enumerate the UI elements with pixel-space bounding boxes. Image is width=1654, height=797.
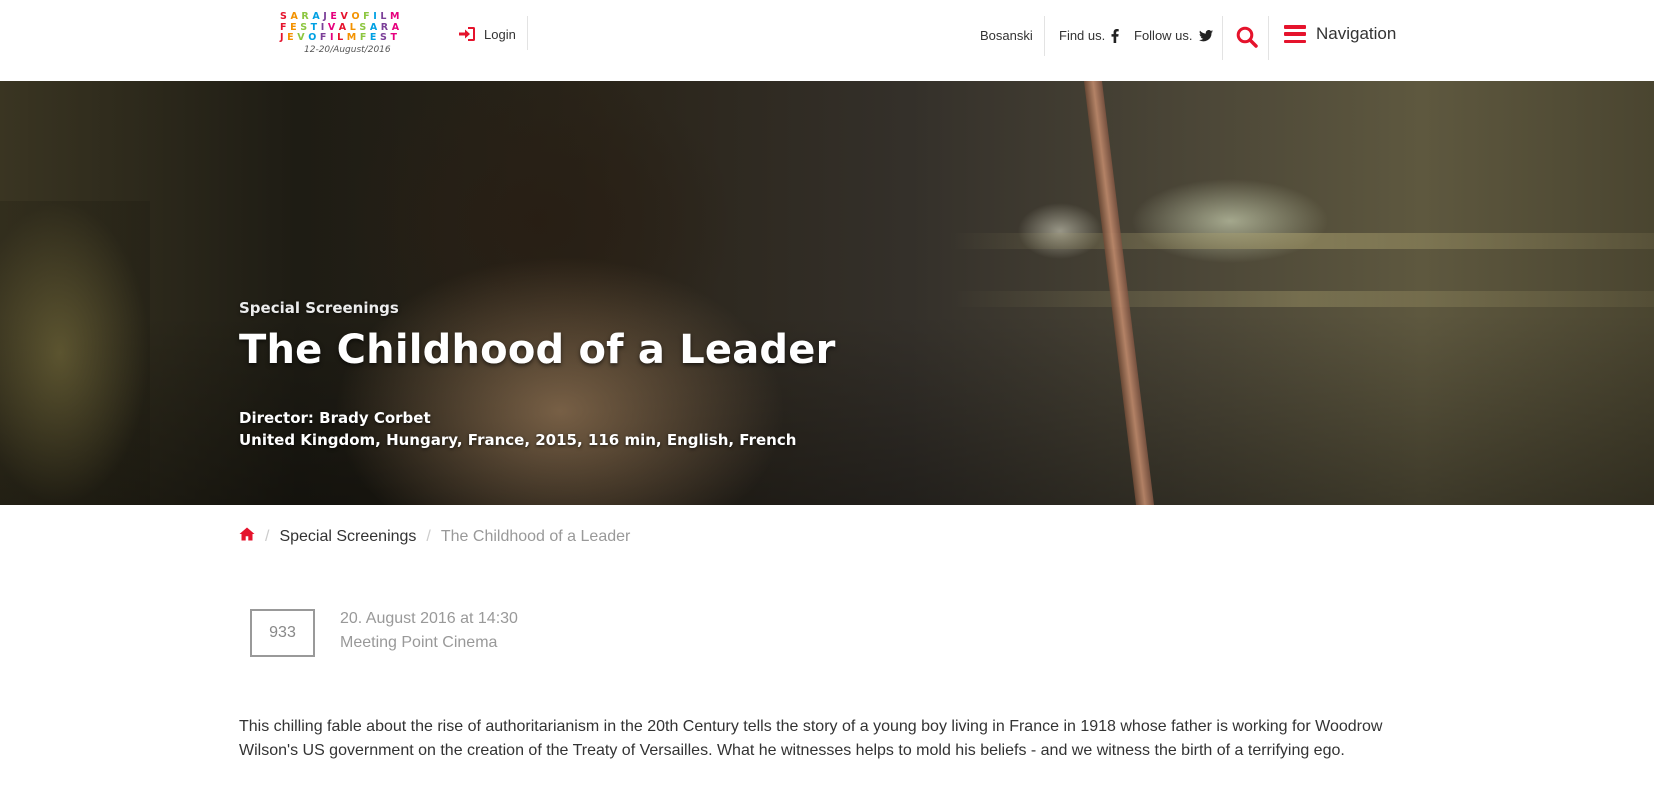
logo-letter: V	[297, 32, 305, 43]
hero-image-detail	[950, 291, 1654, 307]
screening-venue[interactable]: Meeting Point Cinema	[340, 634, 497, 652]
logo-letter: I	[329, 32, 334, 43]
breadcrumb-separator: /	[426, 527, 431, 545]
logo-letter: S	[380, 32, 387, 43]
logo-letter: E	[369, 32, 377, 43]
header-divider	[1268, 16, 1269, 60]
logo-letter: M	[346, 32, 357, 43]
header-divider	[1044, 16, 1045, 56]
sign-in-icon	[459, 27, 475, 41]
logo-letter: J	[280, 32, 284, 43]
logo-letter: T	[390, 32, 397, 43]
navigation-button[interactable]: Navigation	[1284, 24, 1396, 44]
film-details: United Kingdom, Hungary, France, 2015, 1…	[239, 431, 797, 449]
breadcrumb-home[interactable]	[239, 527, 255, 546]
home-icon	[239, 527, 255, 541]
login-label: Login	[484, 26, 516, 42]
logo-letter: A	[312, 11, 320, 22]
logo-letter: J	[323, 11, 327, 22]
logo-line: JEVOFILMFEST	[280, 32, 420, 44]
find-us-link[interactable]: Find us.	[1059, 28, 1119, 43]
logo-date: 12-20/August/2016	[304, 44, 391, 55]
logo-letter: F	[359, 32, 367, 43]
film-director: Director: Brady Corbet	[239, 409, 431, 427]
logo-letter: E	[287, 32, 294, 43]
hero-banner: Special Screenings The Childhood of a Le…	[0, 81, 1654, 505]
hero-category: Special Screenings	[239, 299, 399, 317]
logo-letter: A	[290, 11, 298, 22]
page-title: The Childhood of a Leader	[239, 327, 836, 373]
logo-letter: F	[363, 11, 370, 22]
hamburger-menu-icon	[1284, 25, 1306, 43]
breadcrumb: / Special Screenings / The Childhood of …	[239, 527, 630, 546]
breadcrumb-item-special-screenings[interactable]: Special Screenings	[279, 528, 416, 546]
find-us-label: Find us.	[1059, 28, 1106, 43]
follow-us-link[interactable]: Follow us.	[1134, 28, 1213, 43]
logo-letter: V	[340, 11, 348, 22]
logo-letter: I	[373, 11, 377, 22]
logo-letter: O	[308, 32, 317, 43]
screening-code-badge: 933	[250, 609, 315, 657]
logo-letter: F	[319, 32, 327, 43]
navigation-label: Navigation	[1316, 24, 1397, 43]
follow-us-label: Follow us.	[1134, 28, 1193, 43]
logo-letter: S	[280, 11, 287, 22]
logo-letter: L	[337, 32, 344, 43]
breadcrumb-item-current: The Childhood of a Leader	[440, 527, 631, 545]
login-button[interactable]: Login	[458, 24, 516, 44]
header-divider	[527, 16, 528, 50]
logo-letter: M	[390, 11, 400, 22]
logo-letter: L	[380, 11, 387, 22]
logo-letter: E	[330, 11, 337, 22]
logo-letter: O	[351, 11, 360, 22]
screening-date: 20. August 2016 at 14:30	[340, 610, 518, 627]
language-switch-link[interactable]: Bosanski	[980, 28, 1033, 43]
search-icon	[1236, 26, 1258, 48]
facebook-icon	[1111, 28, 1119, 43]
film-synopsis: This chilling fable about the rise of au…	[239, 718, 1383, 759]
hero-image-detail	[950, 233, 1654, 249]
twitter-icon	[1198, 29, 1213, 41]
festival-logo[interactable]: S A R A J E V O F I L M F E S T I V A L S A R A J E V O F I L M F E S T 12-2…	[280, 11, 420, 62]
language-label: Bosanski	[980, 28, 1033, 43]
header-divider	[1222, 16, 1223, 60]
logo-line: SARAJEVOFILM	[280, 11, 420, 23]
screening-code: 933	[269, 624, 296, 641]
search-button[interactable]	[1236, 26, 1258, 50]
hero-image-background	[0, 201, 150, 505]
logo-letter: R	[301, 11, 309, 22]
breadcrumb-separator: /	[265, 527, 270, 545]
site-header: S A R A J E V O F I L M F E S T I V A L S A R A J E V O F I L M F E S T 12-2…	[0, 0, 1654, 81]
